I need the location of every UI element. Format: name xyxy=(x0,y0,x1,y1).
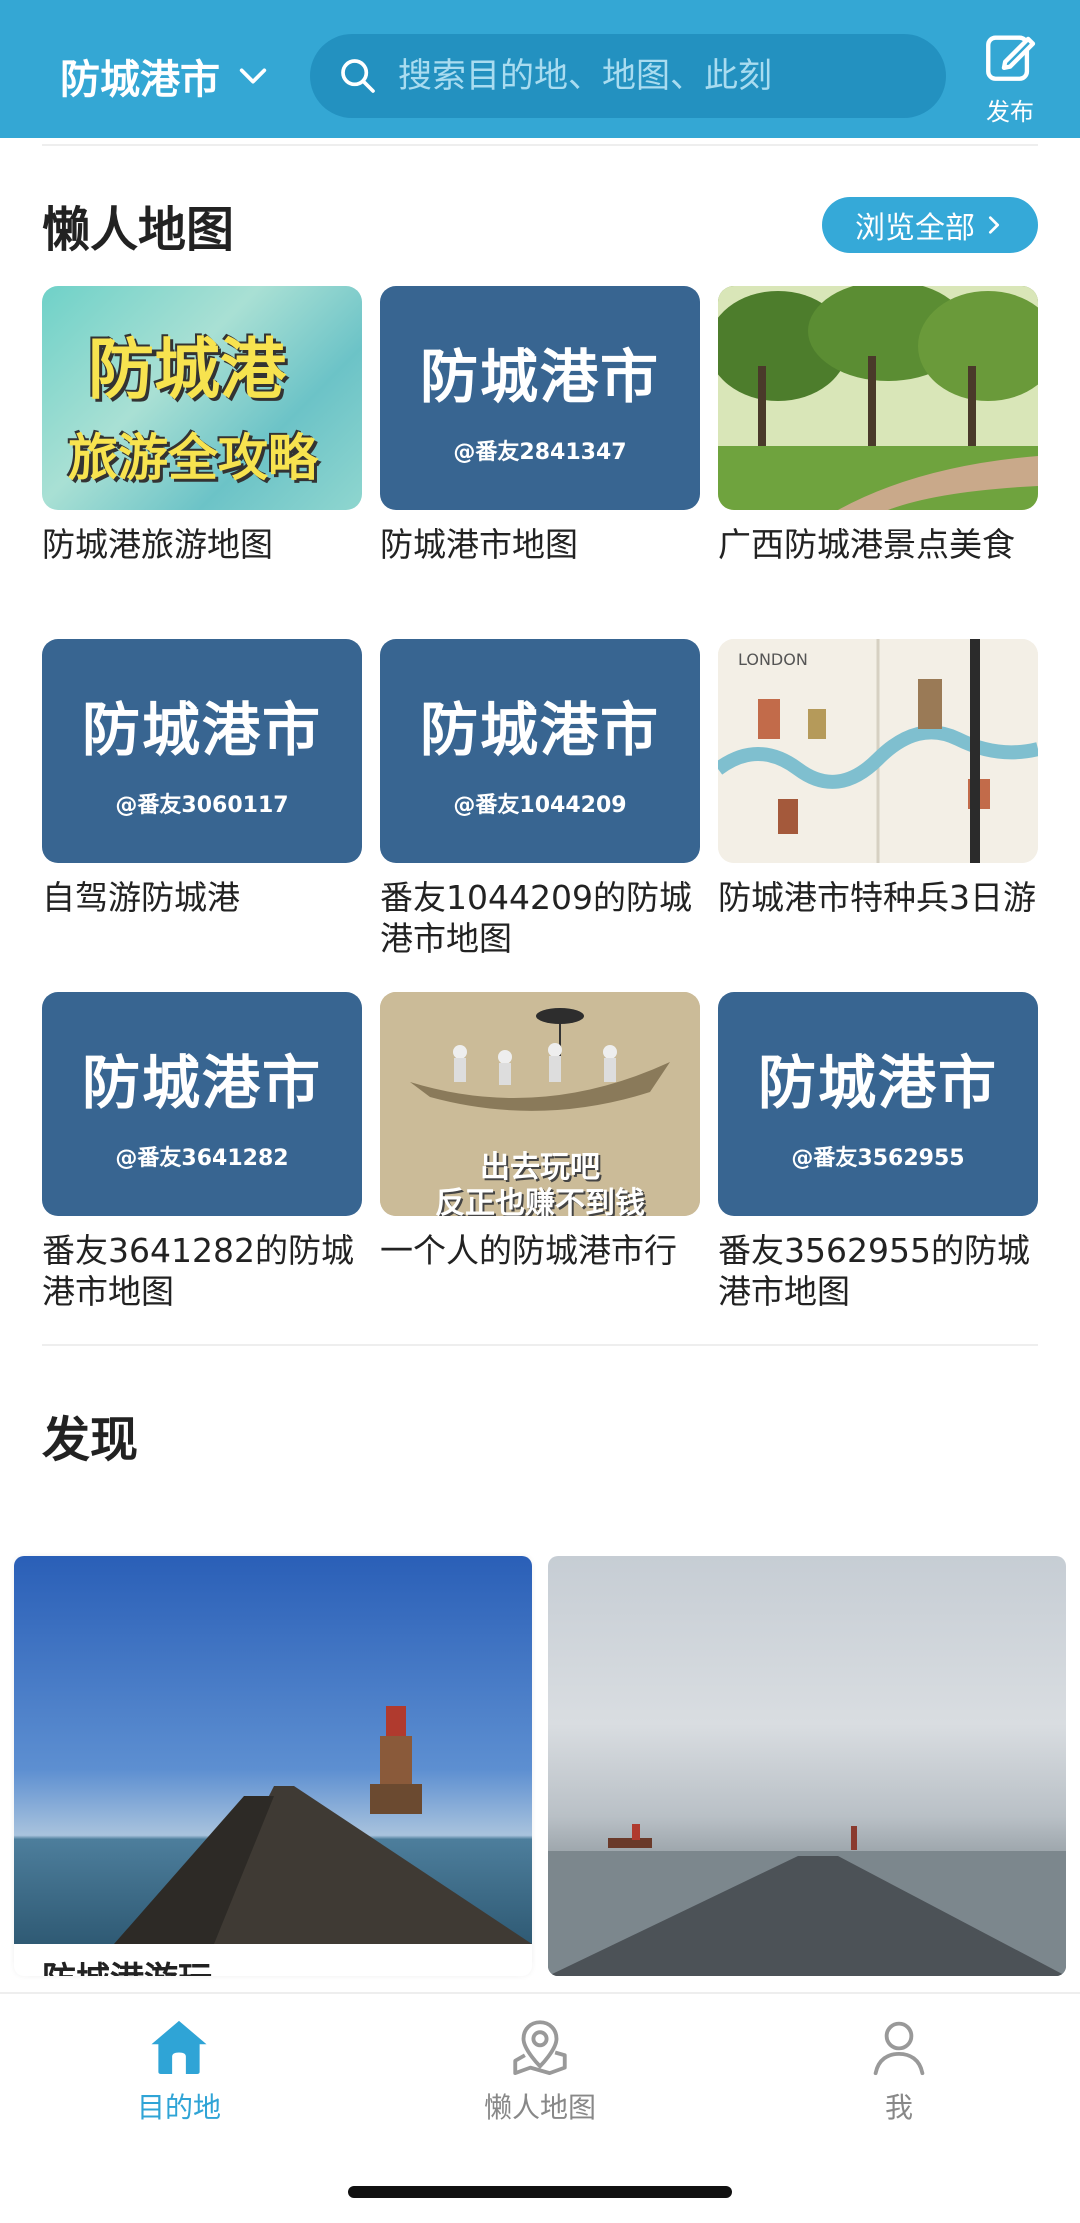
map-card[interactable]: 防城港市 @番友2841347 防城港市地图 xyxy=(380,286,700,639)
top-bar: 防城港市 发布 xyxy=(0,0,1080,138)
divider xyxy=(42,144,1038,146)
map-card[interactable]: 防城港 旅游全攻略 防城港旅游地图 xyxy=(42,286,362,639)
lazy-maps-title: 懒人地图 xyxy=(42,202,235,258)
publish-button[interactable]: 发布 xyxy=(972,28,1048,128)
home-icon xyxy=(151,2020,207,2074)
discover-card-title: 防城港游玩 xyxy=(42,1952,212,1976)
map-card-title: 一个人的防城港市行 xyxy=(380,1231,677,1270)
thumbnail-author: @番友3060117 xyxy=(115,793,289,818)
city-selector[interactable]: 防城港市 xyxy=(60,46,270,106)
sketch-map-illustration: LONDON xyxy=(718,639,1038,863)
browse-all-label: 浏览全部 xyxy=(855,211,975,246)
lazy-maps-grid: 防城港 旅游全攻略 防城港旅游地图 防城港市 @番友2841347 防城港市地图 xyxy=(42,286,1038,1345)
thumbnail-author: @番友3562955 xyxy=(791,1146,965,1171)
map-card[interactable]: 防城港市 @番友3562955 番友3562955的防城港市地图 xyxy=(718,992,1038,1345)
map-card-title: 广西防城港景点美食 xyxy=(718,525,1015,564)
map-card[interactable]: LONDON 防城港市特种兵3日游 xyxy=(718,639,1038,992)
thumbnail-title: 防城港市 xyxy=(81,1049,322,1117)
tab-label: 目的地 xyxy=(136,2091,221,2124)
chevron-down-icon xyxy=(239,68,267,84)
tab-me[interactable]: 我 xyxy=(799,2014,999,2126)
divider xyxy=(42,1344,1038,1346)
map-thumbnail: 防城港市 @番友1044209 xyxy=(380,639,700,863)
map-pin-icon xyxy=(513,2020,567,2076)
discover-card[interactable]: 防城港游玩 xyxy=(14,1556,532,1976)
breakwater-photo xyxy=(548,1824,1066,1976)
map-card-title: 防城港市特种兵3日游 xyxy=(718,878,1036,917)
publish-label: 发布 xyxy=(986,98,1034,126)
discover-title: 发现 xyxy=(42,1412,139,1468)
home-indicator[interactable] xyxy=(348,2186,732,2198)
search-input[interactable] xyxy=(398,56,918,96)
thumbnail-subtitle: 反正也赚不到钱 xyxy=(435,1186,645,1216)
pier-lighthouse-photo xyxy=(14,1556,532,1944)
chevron-right-icon xyxy=(988,216,1000,234)
map-card[interactable]: 广西防城港景点美食 xyxy=(718,286,1038,639)
map-thumbnail: 防城港市 @番友3562955 xyxy=(718,992,1038,1216)
map-card[interactable]: 出去玩吧 反正也赚不到钱 一个人的防城港市行 xyxy=(380,992,700,1345)
user-icon xyxy=(873,2021,925,2076)
tab-lazy-maps[interactable]: 懒人地图 xyxy=(440,2014,640,2126)
thumbnail-title: 防城港市 xyxy=(419,696,660,764)
park-illustration xyxy=(718,286,1038,510)
map-card-title: 自驾游防城港 xyxy=(42,878,240,917)
map-thumbnail: 防城港市 @番友2841347 xyxy=(380,286,700,510)
sketch-map-label: LONDON xyxy=(738,650,808,669)
park-photo xyxy=(718,286,1038,510)
discover-card[interactable] xyxy=(548,1556,1066,1976)
sketch-map-thumbnail: LONDON xyxy=(718,639,1038,863)
thumbnail-title: 防城港市 xyxy=(419,343,660,411)
thumbnail-title: 防城港市 xyxy=(81,696,322,764)
map-thumbnail: 防城港市 @番友3641282 xyxy=(42,992,362,1216)
tab-label: 懒人地图 xyxy=(483,2091,596,2124)
map-card-title: 番友3641282的防城港市地图 xyxy=(42,1231,354,1311)
tab-label: 我 xyxy=(884,2091,913,2124)
map-thumbnail: 防城港市 @番友3060117 xyxy=(42,639,362,863)
boat-painting-thumbnail: 出去玩吧 反正也赚不到钱 xyxy=(380,992,700,1216)
pier-illustration xyxy=(114,1706,532,1944)
map-thumbnail: 防城港 旅游全攻略 xyxy=(42,286,362,510)
map-card-title: 番友3562955的防城港市地图 xyxy=(718,1231,1030,1311)
map-card-title: 防城港市地图 xyxy=(380,525,578,564)
search-icon xyxy=(341,59,375,93)
tab-destination[interactable]: 目的地 xyxy=(79,2014,279,2126)
search-bar[interactable] xyxy=(310,34,946,118)
map-card[interactable]: 防城港市 @番友3060117 自驾游防城港 xyxy=(42,639,362,992)
thumbnail-author: @番友1044209 xyxy=(453,793,627,818)
thumbnail-title: 防城港 xyxy=(88,331,286,408)
thumbnail-subtitle: 旅游全攻略 xyxy=(68,429,318,487)
map-card[interactable]: 防城港市 @番友3641282 番友3641282的防城港市地图 xyxy=(42,992,362,1345)
thumbnail-title: 防城港市 xyxy=(757,1049,998,1117)
thumbnail-author: @番友2841347 xyxy=(453,440,627,465)
map-card-title: 番友1044209的防城港市地图 xyxy=(380,878,692,958)
city-name: 防城港市 xyxy=(60,57,220,103)
thumbnail-author: @番友3641282 xyxy=(115,1146,289,1171)
map-card-title: 防城港旅游地图 xyxy=(42,525,273,564)
app-screen: 防城港市 发布 懒人地图 浏览全部 防城港 旅游全攻略 防城港旅游地图 xyxy=(0,0,1080,2223)
browse-all-button[interactable]: 浏览全部 xyxy=(822,197,1038,253)
map-card[interactable]: 防城港市 @番友1044209 番友1044209的防城港市地图 xyxy=(380,639,700,992)
edit-icon xyxy=(986,35,1036,81)
